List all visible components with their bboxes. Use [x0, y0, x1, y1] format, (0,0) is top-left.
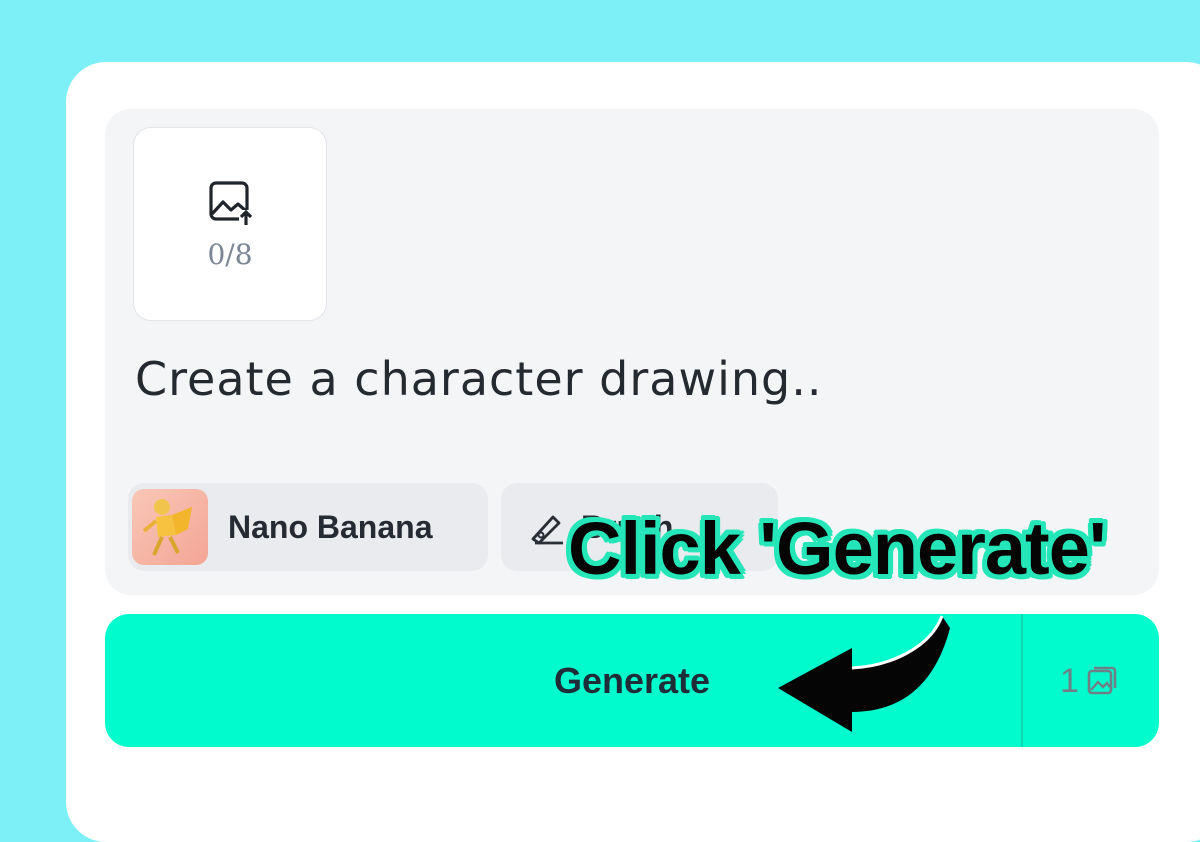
model-label: Nano Banana	[228, 509, 433, 545]
image-upload-button[interactable]: 0/8	[133, 127, 327, 321]
pen-icon	[531, 515, 563, 545]
model-selector[interactable]: Nano Banana	[128, 483, 488, 571]
image-upload-icon	[209, 181, 253, 226]
button-divider	[1021, 614, 1023, 747]
tutorial-callout-text: Click 'Generate'	[568, 507, 1106, 590]
generate-button[interactable]: Generate 1	[105, 614, 1159, 747]
images-icon	[1087, 666, 1117, 695]
generate-label: Generate	[553, 660, 711, 701]
image-count: 1	[1060, 662, 1079, 700]
upload-count: 0/8	[207, 238, 253, 271]
model-thumbnail	[132, 489, 208, 565]
prompt-input[interactable]: Create a character drawing..	[135, 352, 822, 406]
